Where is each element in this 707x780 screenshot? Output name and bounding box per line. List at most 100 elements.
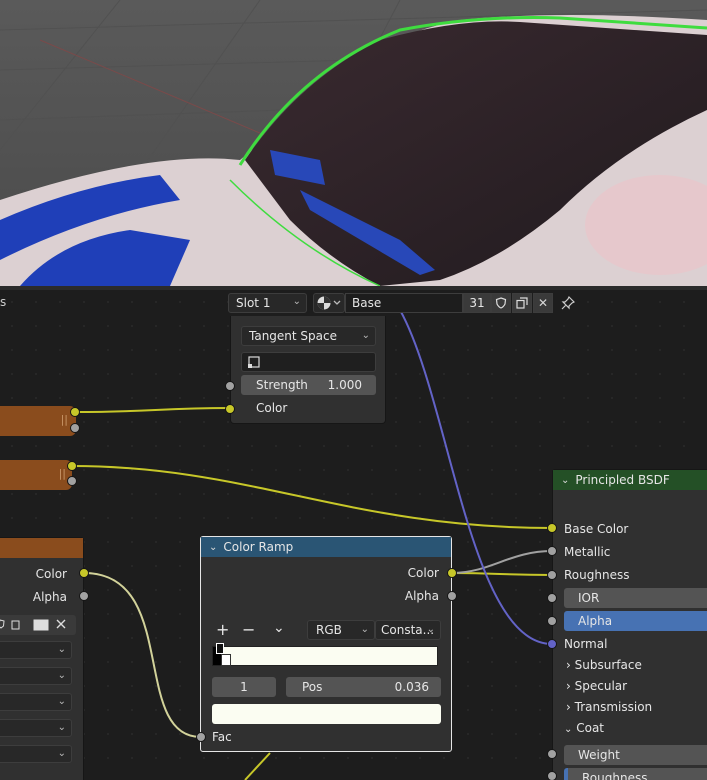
coat-roughness-input-socket[interactable] xyxy=(547,771,557,780)
transmission-panel[interactable]: › Transmission xyxy=(566,700,652,714)
link-bottom xyxy=(244,752,271,780)
image-2-color-socket[interactable] xyxy=(67,461,77,471)
image-dropdown-2[interactable]: ⌄ xyxy=(0,667,72,685)
color-ramp-header[interactable]: ⌄ Color Ramp xyxy=(201,537,451,557)
principled-title: Principled BSDF xyxy=(575,473,670,487)
image-dropdown-1[interactable]: ⌄ xyxy=(0,641,72,659)
image-alpha-output-socket[interactable] xyxy=(79,591,89,601)
image-alpha-label: Alpha xyxy=(32,590,67,604)
alpha-input-socket[interactable] xyxy=(547,616,557,626)
normal-input-socket[interactable] xyxy=(547,639,557,649)
strength-field[interactable]: Strength 1.000 xyxy=(241,375,376,395)
image-dropdown-4[interactable]: ⌄ xyxy=(0,719,72,737)
chevron-down-icon[interactable]: ⌄ xyxy=(273,620,285,636)
image-texture-node[interactable]: Color Alpha ⌄ ⌄ ⌄ ⌄ ⌄ xyxy=(0,537,84,780)
coat-weight-input-socket[interactable] xyxy=(547,749,557,759)
grip-icon: || xyxy=(58,467,66,480)
3d-viewport[interactable] xyxy=(0,0,707,286)
chevron-down-icon: ⌄ xyxy=(564,724,573,735)
chevron-right-icon: › xyxy=(566,700,571,714)
chevron-down-icon: ⌄ xyxy=(57,696,66,707)
alpha-field[interactable]: Alpha xyxy=(564,611,707,631)
pos-label: Pos xyxy=(302,680,323,694)
principled-bsdf-node[interactable]: ⌄ Principled BSDF Base Color Metallic Ro… xyxy=(552,469,707,780)
material-browse-button[interactable] xyxy=(313,293,345,313)
collapsed-image-node-2[interactable]: || xyxy=(0,460,72,490)
unlink-material-button[interactable]: ✕ xyxy=(533,293,553,313)
space-dropdown[interactable]: Tangent Space ⌄ xyxy=(241,326,376,346)
image-dropdown-5[interactable]: ⌄ xyxy=(0,745,72,763)
strength-input-socket[interactable] xyxy=(225,381,235,391)
link-image-color-to-normalmap xyxy=(74,407,231,413)
subsurface-panel[interactable]: › Subsurface xyxy=(566,658,642,672)
material-name: Base xyxy=(352,296,382,310)
grip-icon: || xyxy=(60,413,68,426)
chevron-down-icon: ⌄ xyxy=(57,670,66,681)
chevron-down-icon: ⌄ xyxy=(57,748,66,759)
new-material-button[interactable] xyxy=(512,293,532,313)
link-ramp-to-metallic xyxy=(451,550,553,574)
image-dropdown-3[interactable]: ⌄ xyxy=(0,693,72,711)
stop-color-swatch[interactable] xyxy=(212,704,441,724)
normal-map-node[interactable]: Tangent Space ⌄ Strength 1.000 Color xyxy=(230,316,386,424)
coat-roughness-field[interactable]: Roughness xyxy=(564,768,707,780)
plus-icon[interactable]: + xyxy=(216,620,229,639)
strength-value: 1.000 xyxy=(327,378,362,392)
base-color-input-socket[interactable] xyxy=(547,523,557,533)
chevron-right-icon: › xyxy=(566,658,571,672)
stop-position-field[interactable]: Pos 0.036 xyxy=(286,677,441,697)
color-stop-handle-0[interactable] xyxy=(216,643,224,654)
metallic-input-socket[interactable] xyxy=(547,546,557,556)
ior-input-socket[interactable] xyxy=(547,593,557,603)
color-mode-dropdown[interactable]: RGB ⌄ xyxy=(307,620,375,640)
roughness-input-socket[interactable] xyxy=(547,570,557,580)
pin-button[interactable] xyxy=(558,293,578,313)
slot-dropdown[interactable]: Slot 1 ⌄ xyxy=(228,293,307,313)
ramp-color-output-socket[interactable] xyxy=(447,568,457,578)
coat-panel[interactable]: ⌄ Coat xyxy=(564,721,604,735)
coat-weight-field[interactable]: Weight xyxy=(564,745,707,765)
chevron-down-icon: ⌄ xyxy=(426,624,435,635)
normal-label: Normal xyxy=(564,637,608,651)
ior-field[interactable]: IOR xyxy=(564,588,707,608)
material-sphere-icon xyxy=(317,296,341,310)
coat-label: Coat xyxy=(576,721,604,735)
image-color-output-socket[interactable] xyxy=(79,568,89,578)
chevron-down-icon: ⌄ xyxy=(361,330,370,341)
fake-user-button[interactable] xyxy=(491,293,511,313)
link-ramp-to-roughness xyxy=(451,572,553,576)
principled-header[interactable]: ⌄ Principled BSDF xyxy=(553,470,707,490)
image-1-color-socket[interactable] xyxy=(70,407,80,417)
collapsed-image-node-1[interactable]: || xyxy=(0,406,76,436)
image-2-alpha-socket[interactable] xyxy=(67,476,77,486)
material-name-field[interactable]: Base xyxy=(345,293,463,313)
alpha-label: Alpha xyxy=(578,614,613,628)
duplicate-icon xyxy=(11,620,20,630)
ramp-fac-input-socket[interactable] xyxy=(196,732,206,742)
ramp-alpha-output-socket[interactable] xyxy=(447,591,457,601)
image-texture-header[interactable] xyxy=(0,538,83,558)
shader-node-editor[interactable]: s Slot 1 ⌄ Base 31 ✕ Tangent Space ⌄ Str… xyxy=(0,290,707,780)
fac-label: Fac xyxy=(212,730,232,744)
ior-label: IOR xyxy=(578,591,600,605)
image-datablock-row[interactable] xyxy=(0,615,76,635)
viewport-scene xyxy=(0,0,707,286)
chevron-down-icon: ⌄ xyxy=(57,722,66,733)
metallic-label: Metallic xyxy=(564,545,611,559)
link-image-to-base-color xyxy=(71,465,553,529)
normalmap-color-input-socket[interactable] xyxy=(225,404,235,414)
color-ramp-node[interactable]: ⌄ Color Ramp Color Alpha + − ⌄ RGB ⌄ Con… xyxy=(200,536,452,752)
color-ramp-gradient[interactable] xyxy=(212,643,438,666)
coat-roughness-label: Roughness xyxy=(582,771,648,780)
uv-map-field[interactable] xyxy=(241,352,376,372)
node-editor-header: s Slot 1 ⌄ Base 31 ✕ xyxy=(0,290,707,316)
user-count-button[interactable]: 31 xyxy=(463,293,491,313)
chevron-down-icon: ⌄ xyxy=(561,474,570,486)
specular-panel[interactable]: › Specular xyxy=(566,679,627,693)
color-stop-handle-1[interactable] xyxy=(221,654,231,666)
interpolation-dropdown[interactable]: Consta... ⌄ xyxy=(375,620,441,640)
image-1-alpha-socket[interactable] xyxy=(70,423,80,433)
active-stop-index-field[interactable]: 1 xyxy=(212,677,276,697)
minus-icon[interactable]: − xyxy=(242,620,255,639)
fake-user-shield-icon xyxy=(495,297,507,309)
